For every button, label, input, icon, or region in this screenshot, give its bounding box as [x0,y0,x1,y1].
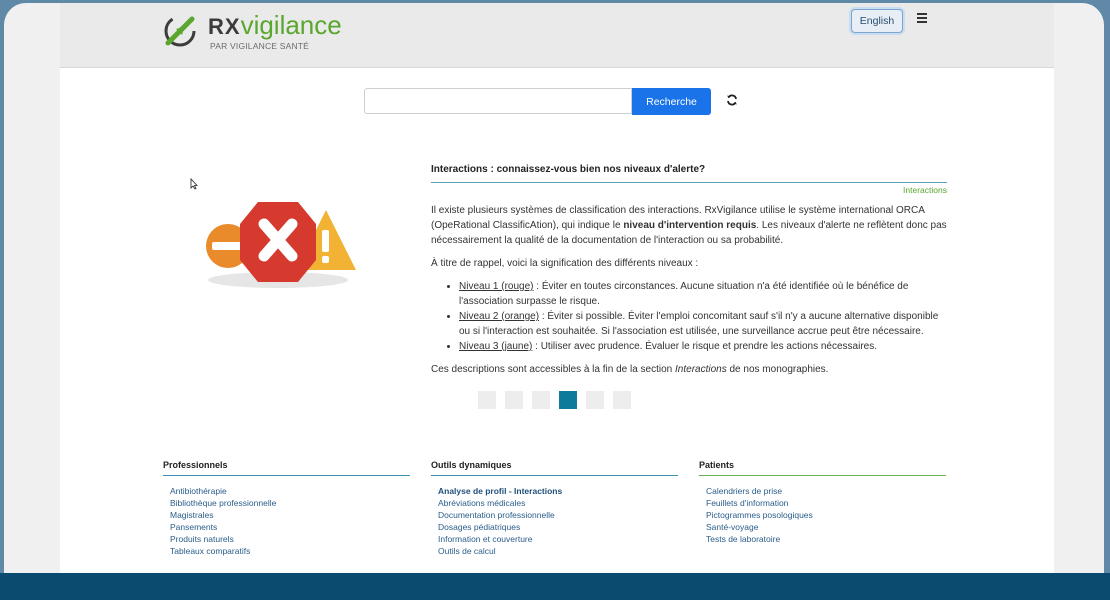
footer-link[interactable]: Analyse de profil - Interactions [438,485,678,497]
brand-vigilance: vigilance [240,10,342,40]
footer-link[interactable]: Produits naturels [170,533,410,545]
level-1-label: Niveau 1 (rouge) [459,281,534,292]
article-paragraph-3: Ces descriptions sont accessibles à la f… [431,362,947,377]
news-article: Interactions : connaissez-vous bien nos … [431,164,947,377]
footer-heading: Patients [699,460,735,470]
footer-heading: Professionnels [163,460,228,470]
browser-viewport: RXvigilance PAR VIGILANCE SANTÉ English … [4,3,1104,597]
footer-link[interactable]: Magistrales [170,509,410,521]
footer-divider [431,475,678,476]
footer-link[interactable]: Feuillets d'information [706,497,946,509]
error-x-icon [240,202,316,282]
list-item: Niveau 3 (jaune) : Utiliser avec prudenc… [459,339,947,354]
carousel-dot[interactable] [505,391,523,409]
footer-link[interactable]: Abréviations médicales [438,497,678,509]
search-input[interactable] [364,88,632,114]
footer-divider [163,475,410,476]
footer-link[interactable]: Dosages pédiatriques [438,521,678,533]
carousel-dot[interactable] [532,391,550,409]
carousel-dot[interactable] [613,391,631,409]
top-navbar: RXvigilance PAR VIGILANCE SANTÉ English [60,3,1054,68]
footer-link[interactable]: Tableaux comparatifs [170,545,410,557]
carousel-indicators [478,391,640,409]
article-title[interactable]: Interactions : connaissez-vous bien nos … [431,164,947,175]
screen-frame: RXvigilance PAR VIGILANCE SANTÉ English … [0,0,1110,600]
brand-subtitle: PAR VIGILANCE SANTÉ [210,41,310,51]
footer-link[interactable]: Bibliothèque professionnelle [170,497,410,509]
article-text-bold: niveau d'intervention requis [623,220,757,231]
article-text: de nos monographies. [726,364,829,375]
article-paragraph-2: À titre de rappel, voici la significatio… [431,258,699,269]
refresh-icon[interactable] [726,94,738,106]
brand-rx: RX [208,14,241,39]
list-item: Niveau 2 (orange) : Éviter si possible. … [459,309,947,339]
article-divider [431,182,947,183]
level-3-text: : Utiliser avec prudence. Évaluer le ris… [532,341,877,352]
logo-mark-icon [164,15,196,47]
level-3-label: Niveau 3 (jaune) [459,341,533,352]
menu-icon[interactable] [917,13,927,23]
carousel-dot-active[interactable] [559,391,577,409]
footer-professionnels: Professionnels Antibiothérapie Bibliothè… [163,460,410,557]
article-text-italic: Interactions [675,364,727,375]
footer-divider [699,475,946,476]
footer-link[interactable]: Antibiothérapie [170,485,410,497]
footer-patients: Patients Calendriers de prise Feuillets … [699,460,946,545]
language-button[interactable]: English [851,9,903,33]
list-item: Niveau 1 (rouge) : Éviter en toutes circ… [459,279,947,309]
alert-levels-illustration [206,202,356,288]
footer-heading: Outils dynamiques [431,460,512,470]
article-paragraph-1: Il existe plusieurs systèmes de classifi… [431,203,947,248]
footer-link-list: Calendriers de prise Feuillets d'informa… [706,485,946,545]
footer-link[interactable]: Pictogrammes posologiques [706,509,946,521]
brand-name: RXvigilance [208,11,342,41]
footer-link[interactable]: Documentation professionnelle [438,509,678,521]
carousel-dot[interactable] [478,391,496,409]
alert-levels-list: Niveau 1 (rouge) : Éviter en toutes circ… [431,279,947,354]
search-button[interactable]: Recherche [632,88,711,115]
site-logo[interactable]: RXvigilance PAR VIGILANCE SANTÉ [160,11,342,51]
carousel-dot[interactable] [586,391,604,409]
article-text: Ces descriptions sont accessibles à la f… [431,364,676,375]
bottom-band [0,573,1110,600]
footer-link[interactable]: Outils de calcul [438,545,678,557]
footer-link[interactable]: Calendriers de prise [706,485,946,497]
footer-link[interactable]: Tests de laboratoire [706,533,946,545]
logo-text: RXvigilance PAR VIGILANCE SANTÉ [208,11,342,51]
footer-outils: Outils dynamiques Analyse de profil - In… [431,460,678,557]
footer-link[interactable]: Pansements [170,521,410,533]
footer-link[interactable]: Santé-voyage [706,521,946,533]
footer-link-list: Analyse de profil - Interactions Abrévia… [438,485,678,557]
main-content: Recherche Interactions: connaissez-vous… [60,68,1054,588]
footer-link[interactable]: Information et couverture [438,533,678,545]
level-2-label: Niveau 2 (orange) [459,311,540,322]
article-category[interactable]: Interactions [431,185,947,195]
footer-link-list: Antibiothérapie Bibliothèque professionn… [170,485,410,557]
